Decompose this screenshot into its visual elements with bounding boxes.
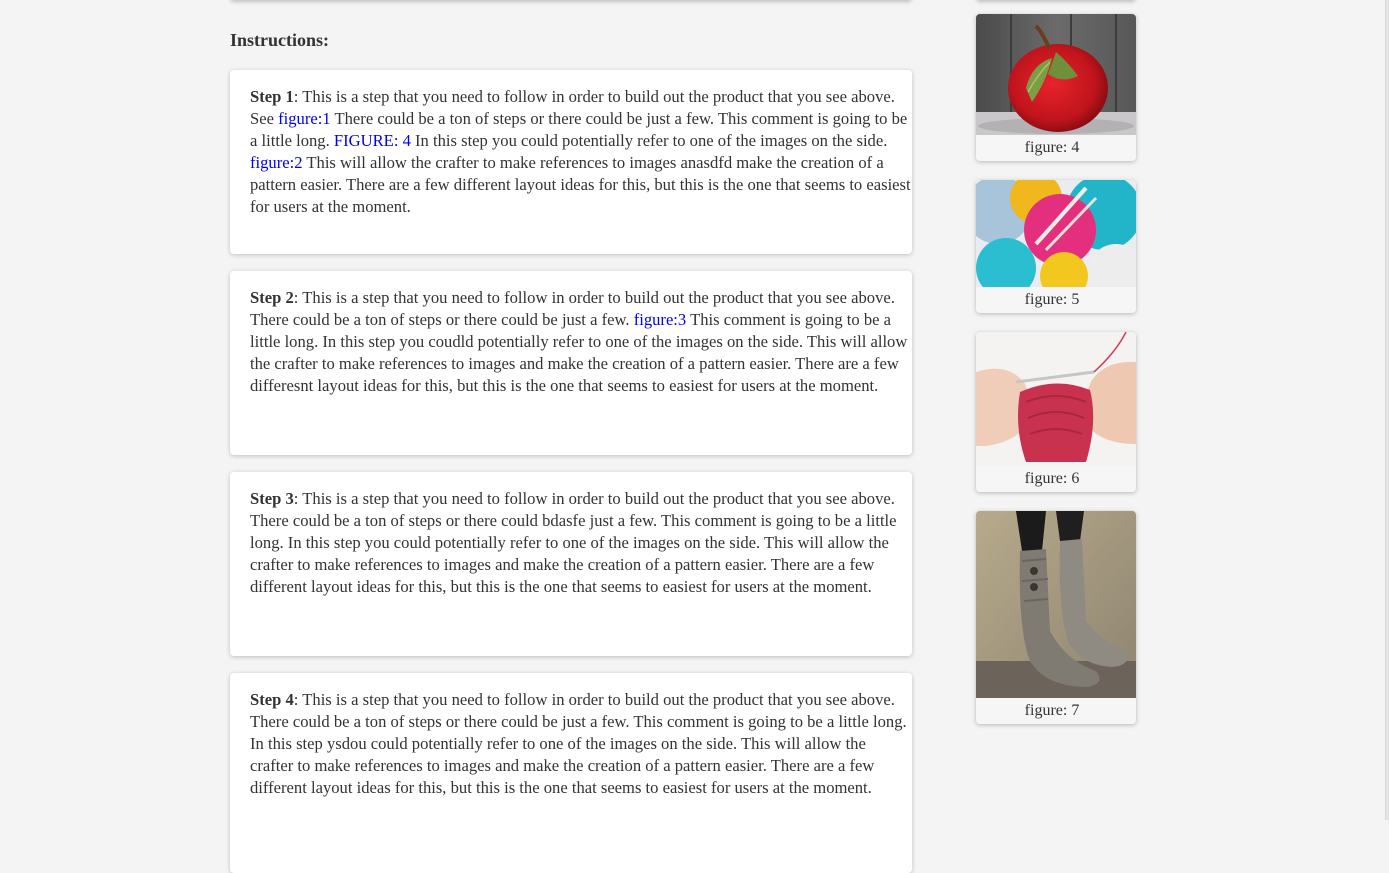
figure-caption: figure: 6 <box>1024 470 1080 487</box>
figure-link[interactable]: figure:2 <box>250 153 303 172</box>
figure-card-7[interactable]: figure: 7 <box>976 511 1136 724</box>
figure-caption: figure: 4 <box>1024 139 1080 156</box>
scrollbar-track[interactable] <box>1385 0 1389 820</box>
step-card-2: Step 2: This is a step that you need to … <box>230 271 912 455</box>
step-card-3: Step 3: This is a step that you need to … <box>230 472 912 656</box>
step-text: Step 2: This is a step that you need to … <box>250 287 912 397</box>
step-label: Step 4 <box>250 690 294 709</box>
figure-caption: figure: 7 <box>1024 702 1080 719</box>
instructions-heading: Instructions: <box>230 30 330 50</box>
knitting-hands-photo <box>976 332 1136 466</box>
step-label: Step 3 <box>250 489 294 508</box>
figure-link[interactable]: FIGURE: 4 <box>334 131 411 150</box>
knitted-boots-image[interactable] <box>976 511 1136 698</box>
step-text-segment: : This is a step that you need to follow… <box>250 690 907 797</box>
figure-caption: figure: 5 <box>1024 291 1080 308</box>
yarn-balls-image[interactable] <box>976 180 1136 287</box>
step-text: Step 4: This is a step that you need to … <box>250 689 912 799</box>
knitted-apple-photo <box>976 14 1136 135</box>
knitted-apple-image[interactable] <box>976 14 1136 135</box>
step-text: Step 1: This is a step that you need to … <box>250 86 912 218</box>
figure-card-5[interactable]: figure: 5 <box>976 180 1136 313</box>
step-text: Step 3: This is a step that you need to … <box>250 488 912 598</box>
step-label: Step 1 <box>250 87 294 106</box>
figure-card-6[interactable]: figure: 6 <box>976 332 1136 492</box>
step-text-segment: This will allow the crafter to make refe… <box>250 153 911 216</box>
knitting-hands-image[interactable] <box>976 332 1136 466</box>
step-card-1: Step 1: This is a step that you need to … <box>230 70 912 254</box>
step-label: Step 2 <box>250 288 294 307</box>
knitted-boots-photo <box>976 511 1136 698</box>
step-text-segment: : This is a step that you need to follow… <box>250 489 897 596</box>
step-card-4: Step 4: This is a step that you need to … <box>230 673 912 873</box>
figure-link[interactable]: figure:1 <box>278 109 331 128</box>
step-text-segment: In this step you could potentially refer… <box>410 131 888 150</box>
figure-card-4[interactable]: figure: 4 <box>976 14 1136 161</box>
figure-link[interactable]: figure:3 <box>634 310 687 329</box>
yarn-balls-photo <box>976 180 1136 287</box>
